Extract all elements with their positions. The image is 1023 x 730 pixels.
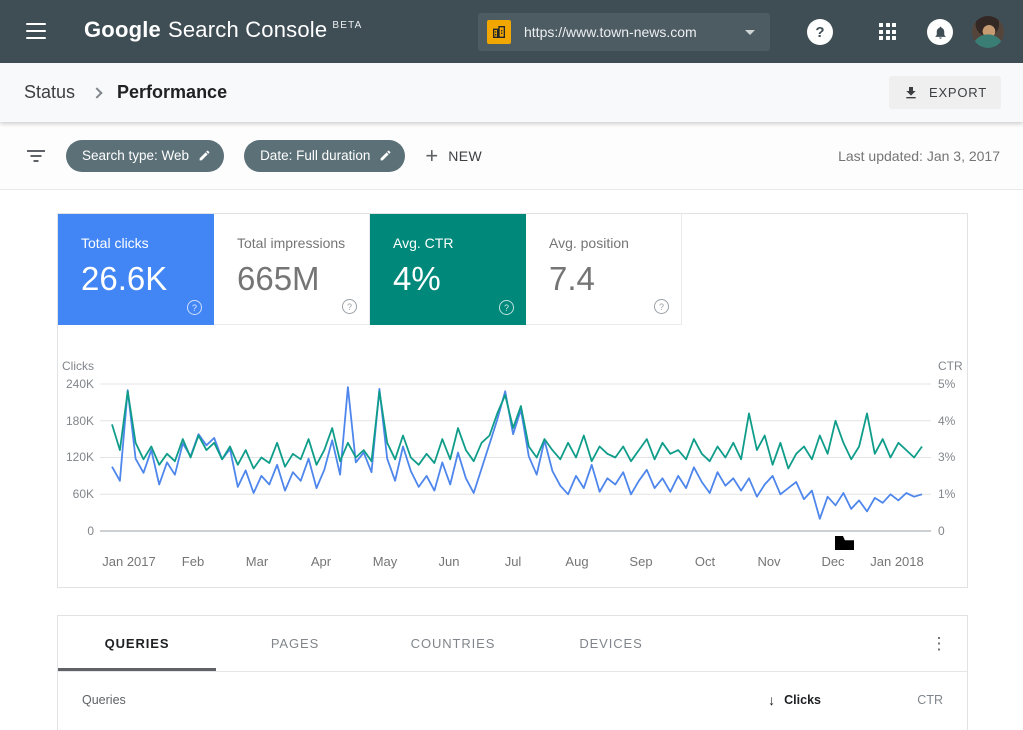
help-icon: ?: [815, 23, 825, 41]
beta-badge: BETA: [332, 20, 363, 31]
x-axis-tick: Dec: [821, 554, 845, 569]
chip-date-range[interactable]: Date: Full duration: [244, 139, 406, 172]
help-circle-icon[interactable]: ?: [654, 299, 669, 314]
logo-product: Search Console: [167, 17, 328, 42]
filter-list-icon[interactable]: [26, 149, 46, 162]
download-icon: [906, 86, 916, 98]
card-label: Avg. CTR: [393, 235, 454, 251]
breadcrumb-bar: Status Performance EXPORT: [0, 63, 1023, 122]
left-axis-title: Clicks: [62, 359, 94, 373]
right-axis-tick: 5%: [938, 377, 956, 391]
card-total-impressions[interactable]: Total impressions 665M ?: [214, 214, 370, 325]
tab-devices[interactable]: DEVICES: [532, 616, 690, 671]
performance-panel: Total clicks 26.6K ? Total impressions 6…: [57, 213, 968, 588]
performance-chart: Clicks 240K 180K 120K 60K 0 CTR 5% 4% 3%…: [58, 353, 967, 576]
performance-chart-svg: [100, 383, 931, 532]
help-circle-icon[interactable]: ?: [499, 300, 514, 315]
export-button[interactable]: EXPORT: [888, 76, 1001, 109]
plus-icon: +: [425, 142, 439, 168]
notifications-button[interactable]: [927, 19, 953, 45]
column-header-clicks-sort[interactable]: ↓ Clicks: [768, 692, 821, 708]
left-axis-tick: 0: [87, 524, 94, 538]
help-circle-icon[interactable]: ?: [342, 299, 357, 314]
help-button[interactable]: ?: [807, 19, 833, 45]
card-label: Total clicks: [81, 235, 149, 251]
metric-cards-row: Total clicks 26.6K ? Total impressions 6…: [58, 214, 967, 325]
x-axis-tick: Jan 2018: [870, 554, 924, 569]
top-app-bar: Google Search Console BETA https://www.t…: [0, 0, 1023, 63]
card-value: 665M: [237, 260, 320, 297]
new-filter-label: NEW: [448, 147, 483, 164]
card-label: Total impressions: [237, 235, 346, 251]
breadcrumb-chevron-icon: [91, 86, 103, 99]
user-avatar[interactable]: [972, 16, 1004, 48]
clicks-header-label: Clicks: [784, 693, 821, 707]
dimensions-panel: QUERIES PAGES COUNTRIES DEVICES ⋮ Querie…: [57, 615, 968, 730]
dimension-tabs: QUERIES PAGES COUNTRIES DEVICES ⋮: [58, 616, 967, 672]
x-axis-tick: Jul: [504, 554, 522, 569]
google-apps-grid-icon[interactable]: [879, 23, 897, 41]
x-axis-tick: Feb: [181, 554, 205, 569]
tab-countries[interactable]: COUNTRIES: [374, 616, 532, 671]
bell-icon: [935, 26, 945, 39]
sort-desc-icon: ↓: [768, 692, 776, 708]
chip-search-type[interactable]: Search type: Web: [66, 139, 225, 172]
left-axis-tick: 180K: [65, 414, 94, 428]
x-axis-tick: Sep: [629, 554, 653, 569]
help-circle-icon[interactable]: ?: [187, 300, 202, 315]
card-value: 4%: [393, 260, 441, 297]
right-axis-title: CTR: [938, 359, 963, 373]
card-value: 7.4: [549, 260, 595, 297]
card-avg-ctr[interactable]: Avg. CTR 4% ?: [370, 214, 526, 325]
x-axis-tick: Jun: [438, 554, 460, 569]
right-axis-tick: 4%: [938, 414, 956, 428]
right-axis-tick: 1%: [938, 487, 956, 501]
x-axis-labels: Jan 2017 Feb Mar Apr May Jun Jul Aug Sep…: [100, 554, 931, 574]
x-axis-tick: Apr: [310, 554, 332, 569]
chevron-down-icon: [745, 29, 755, 35]
x-axis-tick: May: [372, 554, 398, 569]
property-url: https://www.town-news.com: [524, 24, 697, 40]
chip-date-label: Date: Full duration: [260, 148, 371, 163]
right-axis-tick: 0: [938, 524, 945, 538]
chip-search-type-label: Search type: Web: [82, 148, 190, 163]
logo-google: Google: [84, 17, 161, 42]
page-title: Performance: [117, 82, 228, 102]
column-header-queries: Queries: [82, 693, 126, 707]
card-avg-position[interactable]: Avg. position 7.4 ?: [526, 214, 682, 325]
right-axis-tick: 3%: [938, 450, 956, 464]
app-logo: Google Search Console BETA: [84, 17, 363, 43]
left-axis-tick: 240K: [65, 377, 94, 391]
last-updated-text: Last updated: Jan 3, 2017: [838, 147, 1000, 164]
tab-queries[interactable]: QUERIES: [58, 616, 216, 671]
property-building-icon: [487, 20, 511, 44]
filter-bar: Search type: Web Date: Full duration + N…: [0, 122, 1023, 190]
card-value: 26.6K: [81, 260, 168, 297]
x-axis-tick: Oct: [694, 554, 716, 569]
left-axis-tick: 120K: [65, 450, 94, 464]
table-header-row: Queries ↓ Clicks CTR: [58, 672, 967, 728]
more-vert-icon[interactable]: ⋮: [925, 630, 953, 658]
x-axis-tick: Jan 2017: [102, 554, 156, 569]
export-label: EXPORT: [928, 85, 987, 100]
menu-hamburger-icon[interactable]: [26, 23, 46, 39]
x-axis-tick: Mar: [245, 554, 269, 569]
left-axis-tick: 60K: [72, 487, 94, 501]
breadcrumb-status[interactable]: Status: [24, 82, 75, 103]
property-selector[interactable]: https://www.town-news.com: [478, 13, 770, 51]
card-label: Avg. position: [549, 235, 629, 251]
tab-pages[interactable]: PAGES: [216, 616, 374, 671]
x-axis-tick: Nov: [757, 554, 781, 569]
new-filter-button[interactable]: + NEW: [425, 142, 483, 168]
pencil-icon: [199, 150, 210, 161]
column-header-ctr[interactable]: CTR: [821, 693, 943, 707]
x-axis-tick: Aug: [565, 554, 589, 569]
card-total-clicks[interactable]: Total clicks 26.6K ?: [58, 214, 214, 325]
pencil-icon: [381, 150, 391, 161]
